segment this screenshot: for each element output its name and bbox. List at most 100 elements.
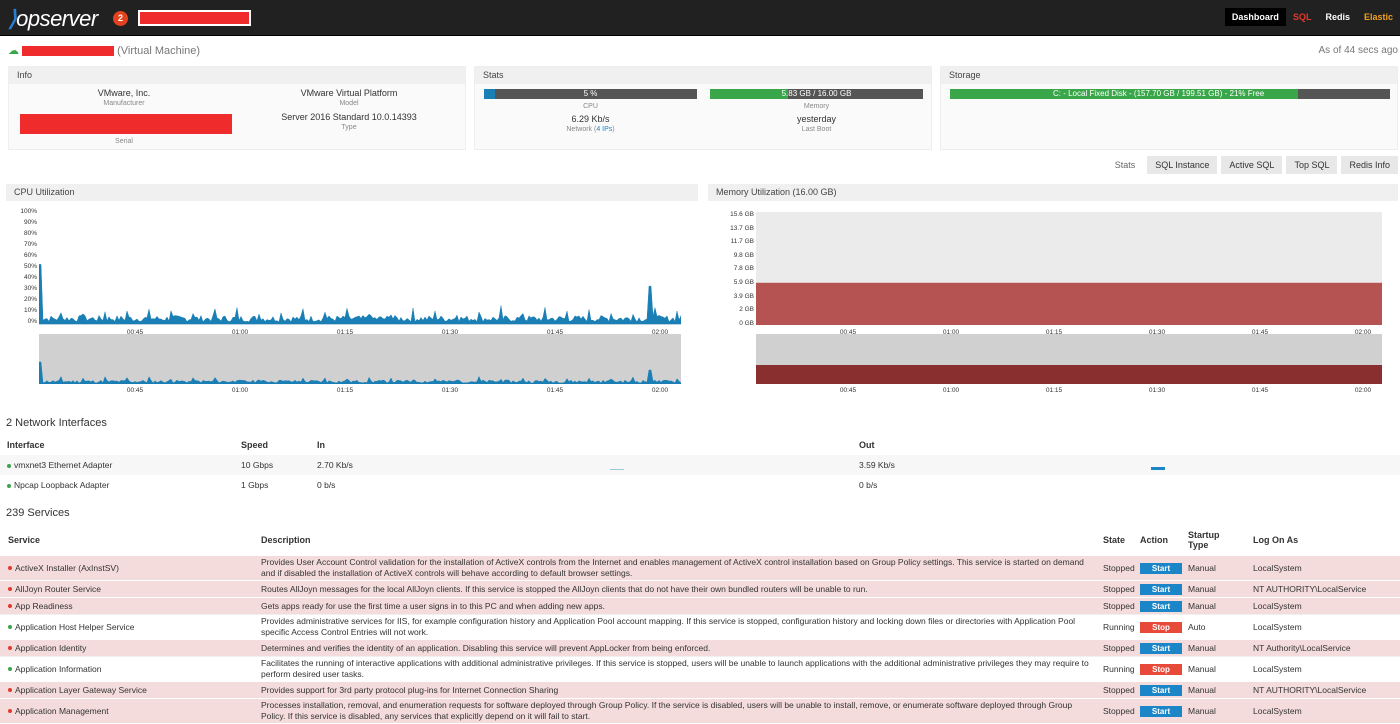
tab-top-sql[interactable]: Top SQL bbox=[1286, 156, 1338, 174]
table-row[interactable]: Application Identity Determines and verif… bbox=[0, 639, 1400, 657]
y-tick-label: 0 GB bbox=[739, 319, 754, 327]
y-tick-label: 15.6 GB bbox=[730, 211, 754, 218]
service-description: Facilitates the running of interactive a… bbox=[253, 656, 1102, 682]
service-startup-type: Manual bbox=[1187, 681, 1245, 699]
cpu-navigator-selection[interactable] bbox=[39, 334, 681, 384]
table-row[interactable]: Application Host Helper Service Provides … bbox=[0, 614, 1400, 640]
info-header: Info bbox=[9, 67, 465, 84]
service-logon: LocalSystem bbox=[1245, 614, 1400, 640]
table-row[interactable]: ActiveX Installer (AxInstSV) Provides Use… bbox=[0, 555, 1400, 581]
service-start-button[interactable]: Start bbox=[1140, 583, 1182, 595]
service-name: Application Information bbox=[0, 656, 253, 682]
table-row[interactable]: Application Information Facilitates the r… bbox=[0, 656, 1400, 682]
service-logon: NT AUTHORITY\LocalService bbox=[1245, 580, 1400, 598]
service-description: Determines and verifies the identity of … bbox=[253, 639, 1102, 657]
service-start-button[interactable]: Start bbox=[1140, 642, 1182, 654]
service-state: Stopped bbox=[1102, 698, 1139, 723]
service-start-button[interactable]: Start bbox=[1140, 562, 1182, 574]
server-title: ☁ (Virtual Machine) bbox=[8, 44, 200, 57]
status-dot-icon bbox=[8, 625, 12, 630]
table-row[interactable]: vmxnet3 Ethernet Adapter 10 Gbps 2.70 Kb… bbox=[0, 455, 1400, 475]
table-row[interactable]: App Readiness Gets apps ready for use the… bbox=[0, 597, 1400, 615]
table-row[interactable]: AllJoyn Router Service Routes AllJoyn mes… bbox=[0, 580, 1400, 598]
logo-mark-icon: ⟩ bbox=[8, 6, 17, 31]
server-type: (Virtual Machine) bbox=[117, 45, 201, 57]
cpu-chart-plot[interactable] bbox=[39, 210, 681, 325]
col-in: In bbox=[317, 440, 325, 450]
tab-active-sql[interactable]: Active SQL bbox=[1221, 156, 1283, 174]
memory-chart-plot[interactable] bbox=[756, 212, 1382, 325]
col-out: Out bbox=[859, 440, 875, 450]
nav-redis[interactable]: Redis bbox=[1318, 8, 1357, 26]
col-speed: Speed bbox=[241, 440, 269, 450]
x-tick-label: 01:30 bbox=[441, 387, 459, 394]
disk-bar[interactable]: C: - Local Fixed Disk - (157.70 GB / 199… bbox=[950, 89, 1390, 99]
service-name: ActiveX Installer (AxInstSV) bbox=[0, 555, 253, 581]
tab-stats[interactable]: Stats bbox=[1107, 156, 1144, 174]
redacted-server-name bbox=[22, 46, 115, 57]
status-dot-icon bbox=[8, 566, 12, 571]
info-panel: Info VMware, Inc. Manufacturer VMware Vi… bbox=[8, 66, 466, 150]
service-start-button[interactable]: Start bbox=[1140, 600, 1182, 612]
nav-dashboard[interactable]: Dashboard bbox=[1224, 8, 1286, 26]
service-stop-button[interactable]: Stop bbox=[1140, 663, 1182, 675]
table-row[interactable]: Npcap Loopback Adapter 1 Gbps 0 b/s 0 b/… bbox=[0, 475, 1400, 495]
disk-value: C: - Local Fixed Disk - (157.70 GB / 199… bbox=[1053, 89, 1265, 98]
memory-navigator-series bbox=[756, 365, 1382, 384]
table-row[interactable]: Application Layer Gateway Service Provide… bbox=[0, 681, 1400, 699]
storage-panel: Storage C: - Local Fixed Disk - (157.70 … bbox=[940, 66, 1398, 150]
network-ips-link[interactable]: 4 IPs bbox=[596, 126, 612, 133]
service-stop-button[interactable]: Stop bbox=[1140, 621, 1182, 633]
memory-chart-title: Memory Utilization (16.00 GB) bbox=[708, 184, 1398, 201]
tab-redis-info[interactable]: Redis Info bbox=[1341, 156, 1398, 174]
y-tick-label: 20% bbox=[23, 296, 37, 303]
type-value: Server 2016 Standard 10.0.14393 bbox=[281, 112, 417, 122]
last-boot-value: yesterday bbox=[796, 114, 837, 124]
x-tick-label: 00:45 bbox=[839, 387, 857, 394]
service-description: Provides User Account Control validation… bbox=[253, 555, 1102, 581]
service-logon: LocalSystem bbox=[1245, 698, 1400, 723]
issues-badge[interactable]: 2 bbox=[113, 11, 128, 26]
storage-header: Storage bbox=[941, 67, 1397, 84]
y-tick-label: 90% bbox=[23, 219, 37, 226]
cpu-navigator[interactable] bbox=[39, 334, 681, 384]
service-name: Application Layer Gateway Service bbox=[0, 681, 253, 699]
cpu-series-area bbox=[39, 264, 681, 325]
status-dot-icon bbox=[7, 483, 11, 488]
service-startup-type: Manual bbox=[1187, 555, 1245, 581]
service-startup-type: Manual bbox=[1187, 597, 1245, 615]
service-start-button[interactable]: Start bbox=[1140, 684, 1182, 696]
x-tick-label: 01:15 bbox=[336, 387, 354, 394]
memory-bar: 5.83 GB / 16.00 GB bbox=[710, 89, 923, 99]
memory-navigator[interactable] bbox=[756, 334, 1382, 384]
service-start-button[interactable]: Start bbox=[1140, 705, 1182, 717]
y-tick-label: 50% bbox=[23, 263, 37, 270]
table-row[interactable]: Application Management Processes installa… bbox=[0, 698, 1400, 723]
service-description: Provides support for 3rd party protocol … bbox=[253, 681, 1102, 699]
nav-elastic[interactable]: Elastic bbox=[1357, 8, 1400, 26]
status-dot-icon bbox=[8, 688, 12, 693]
col-logon: Log On As bbox=[1253, 535, 1299, 545]
network-table: Interface Speed In Out vmxnet3 Ethernet … bbox=[0, 435, 1400, 495]
top-bar: ⟩opserver 2 Dashboard SQL Redis Elastic bbox=[0, 0, 1400, 36]
nav-sql[interactable]: SQL bbox=[1286, 8, 1319, 26]
x-tick-label: 00:45 bbox=[126, 387, 144, 394]
status-dot-icon bbox=[8, 646, 12, 651]
x-tick-label: 01:30 bbox=[1148, 387, 1166, 394]
y-tick-label: 13.7 GB bbox=[730, 224, 754, 232]
manufacturer-label: Manufacturer bbox=[103, 100, 145, 107]
cloud-icon: ☁ bbox=[8, 45, 19, 57]
opserver-logo[interactable]: ⟩opserver bbox=[8, 6, 98, 32]
dashboard-tabs: Stats SQL Instance Active SQL Top SQL Re… bbox=[1107, 156, 1398, 174]
y-tick-label: 9.8 GB bbox=[733, 251, 754, 259]
services-table: Service Description State Action Startup… bbox=[0, 525, 1400, 723]
service-name: Application Management bbox=[0, 698, 253, 723]
refresh-status: As of 44 secs ago bbox=[1318, 45, 1399, 56]
tab-sql-instance[interactable]: SQL Instance bbox=[1147, 156, 1218, 174]
y-tick-label: 80% bbox=[23, 230, 37, 237]
model-label: Model bbox=[339, 100, 359, 107]
service-state: Stopped bbox=[1102, 580, 1139, 598]
redacted-search[interactable] bbox=[138, 10, 251, 26]
service-state: Running bbox=[1102, 614, 1139, 640]
status-dot-icon bbox=[8, 709, 12, 714]
